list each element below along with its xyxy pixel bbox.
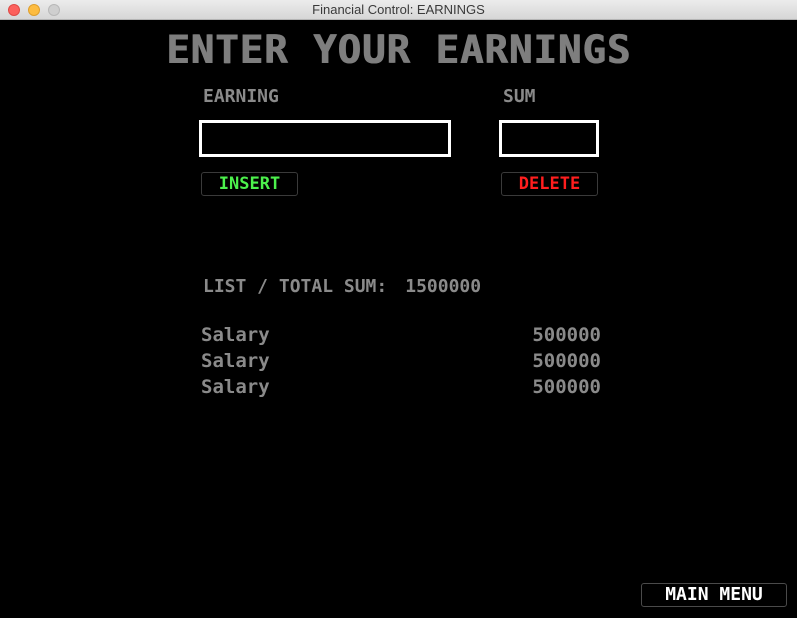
item-amount: 500000 [532, 350, 601, 372]
earnings-list: Salary 500000 Salary 500000 Salary 50000… [201, 322, 601, 400]
total-sum-value: 1500000 [405, 276, 482, 297]
item-amount: 500000 [532, 376, 601, 398]
list-header: LIST / TOTAL SUM: 1500000 [203, 276, 481, 297]
earning-input[interactable] [199, 120, 451, 157]
window-titlebar: Financial Control: EARNINGS [0, 0, 797, 20]
sum-input[interactable] [499, 120, 599, 157]
item-amount: 500000 [532, 324, 601, 346]
app-content: ENTER YOUR EARNINGS EARNING SUM INSERT D… [0, 20, 797, 618]
list-item[interactable]: Salary 500000 [201, 322, 601, 348]
item-name: Salary [201, 376, 270, 398]
earning-label: EARNING [203, 86, 279, 107]
delete-button[interactable]: DELETE [501, 172, 598, 196]
item-name: Salary [201, 350, 270, 372]
list-item[interactable]: Salary 500000 [201, 348, 601, 374]
insert-button[interactable]: INSERT [201, 172, 298, 196]
main-menu-button[interactable]: MAIN MENU [641, 583, 787, 607]
list-item[interactable]: Salary 500000 [201, 374, 601, 400]
page-title: ENTER YOUR EARNINGS [165, 28, 632, 73]
list-header-label: LIST / TOTAL SUM: [203, 276, 388, 297]
item-name: Salary [201, 324, 270, 346]
sum-label: SUM [503, 86, 536, 107]
window-title: Financial Control: EARNINGS [312, 2, 485, 17]
